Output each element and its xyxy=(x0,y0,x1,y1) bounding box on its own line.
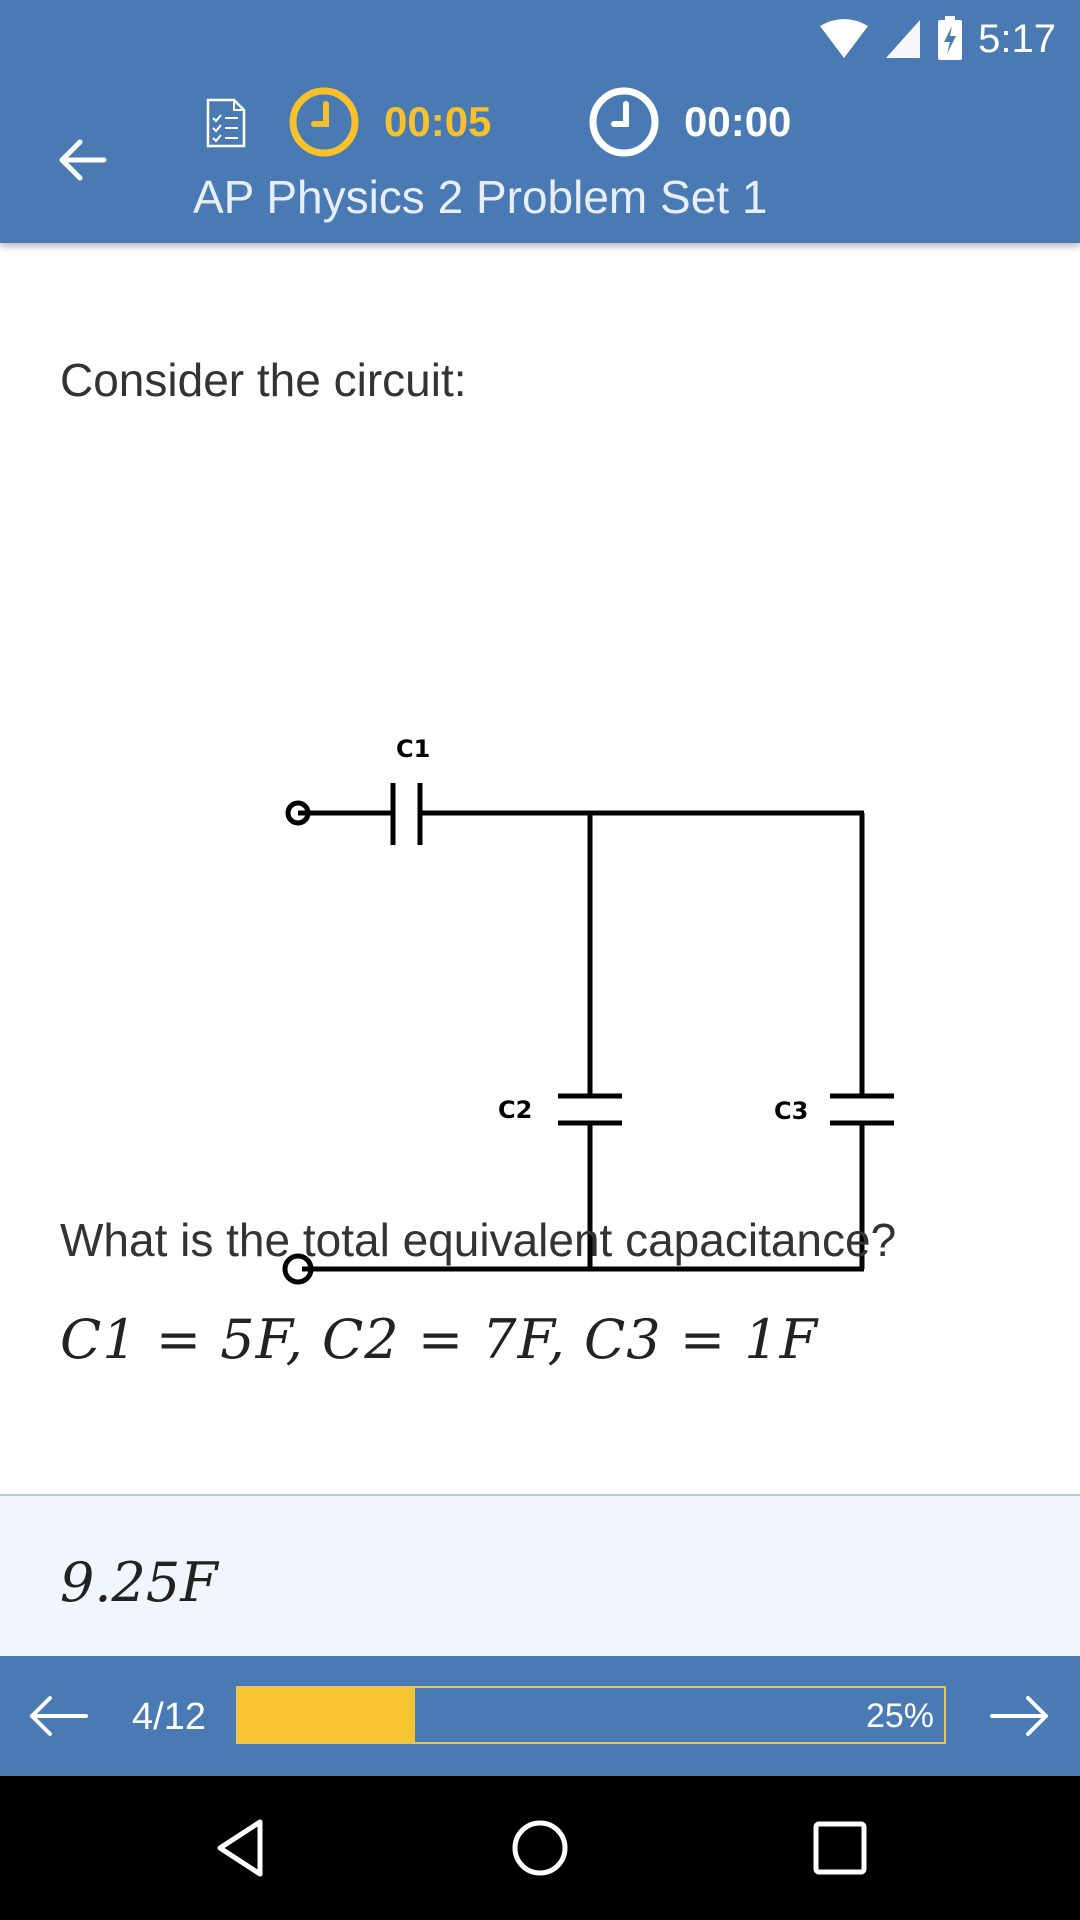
clock-icon xyxy=(289,87,359,157)
cellular-signal-icon xyxy=(886,20,921,58)
back-arrow-icon[interactable] xyxy=(52,130,112,190)
nav-home-icon[interactable] xyxy=(508,1816,572,1880)
answer-value: 9.25F xyxy=(60,1551,218,1614)
c1-label: C1 xyxy=(396,735,430,763)
progress-fill xyxy=(238,1688,415,1742)
question-content: Consider the circuit: C1 C2 C3 What is t… xyxy=(0,243,1080,1496)
nav-recents-icon[interactable] xyxy=(808,1816,872,1880)
question-text: What is the total equivalent capacitance… xyxy=(60,1214,897,1266)
c2-label: C2 xyxy=(498,1096,532,1124)
status-clock: 5:17 xyxy=(978,16,1056,61)
prev-arrow-icon[interactable] xyxy=(28,1686,90,1746)
elapsed-timer: 00:05 xyxy=(288,86,491,158)
question-navigation-bar: 4/12 25% xyxy=(0,1656,1080,1776)
total-timer: 00:00 xyxy=(588,86,791,158)
question-prompt: Consider the circuit: xyxy=(60,354,467,406)
app-header: 00:05 00:00 AP Physics 2 Problem Set 1 xyxy=(0,78,1080,243)
clock-icon xyxy=(589,87,659,157)
status-bar: 5:17 xyxy=(0,0,1080,78)
total-timer-value: 00:00 xyxy=(684,98,792,145)
progress-bar: 25% xyxy=(236,1686,946,1744)
battery-charging-icon xyxy=(938,16,963,60)
page-title: AP Physics 2 Problem Set 1 xyxy=(193,171,768,223)
page-counter: 4/12 xyxy=(132,1696,206,1738)
next-arrow-icon[interactable] xyxy=(988,1686,1050,1746)
system-nav-bar xyxy=(0,1776,1080,1920)
c3-label: C3 xyxy=(774,1097,808,1125)
checklist-icon[interactable] xyxy=(206,98,246,148)
wifi-icon xyxy=(820,19,869,58)
answer-panel[interactable]: 9.25F xyxy=(0,1494,1080,1658)
elapsed-timer-value: 00:05 xyxy=(384,98,492,145)
circuit-diagram: C1 C2 C3 xyxy=(282,735,894,1285)
nav-back-icon[interactable] xyxy=(210,1816,274,1880)
question-equation: C1 = 5F, C2 = 7F, C3 = 1F xyxy=(60,1308,819,1371)
progress-percent: 25% xyxy=(865,1697,934,1735)
